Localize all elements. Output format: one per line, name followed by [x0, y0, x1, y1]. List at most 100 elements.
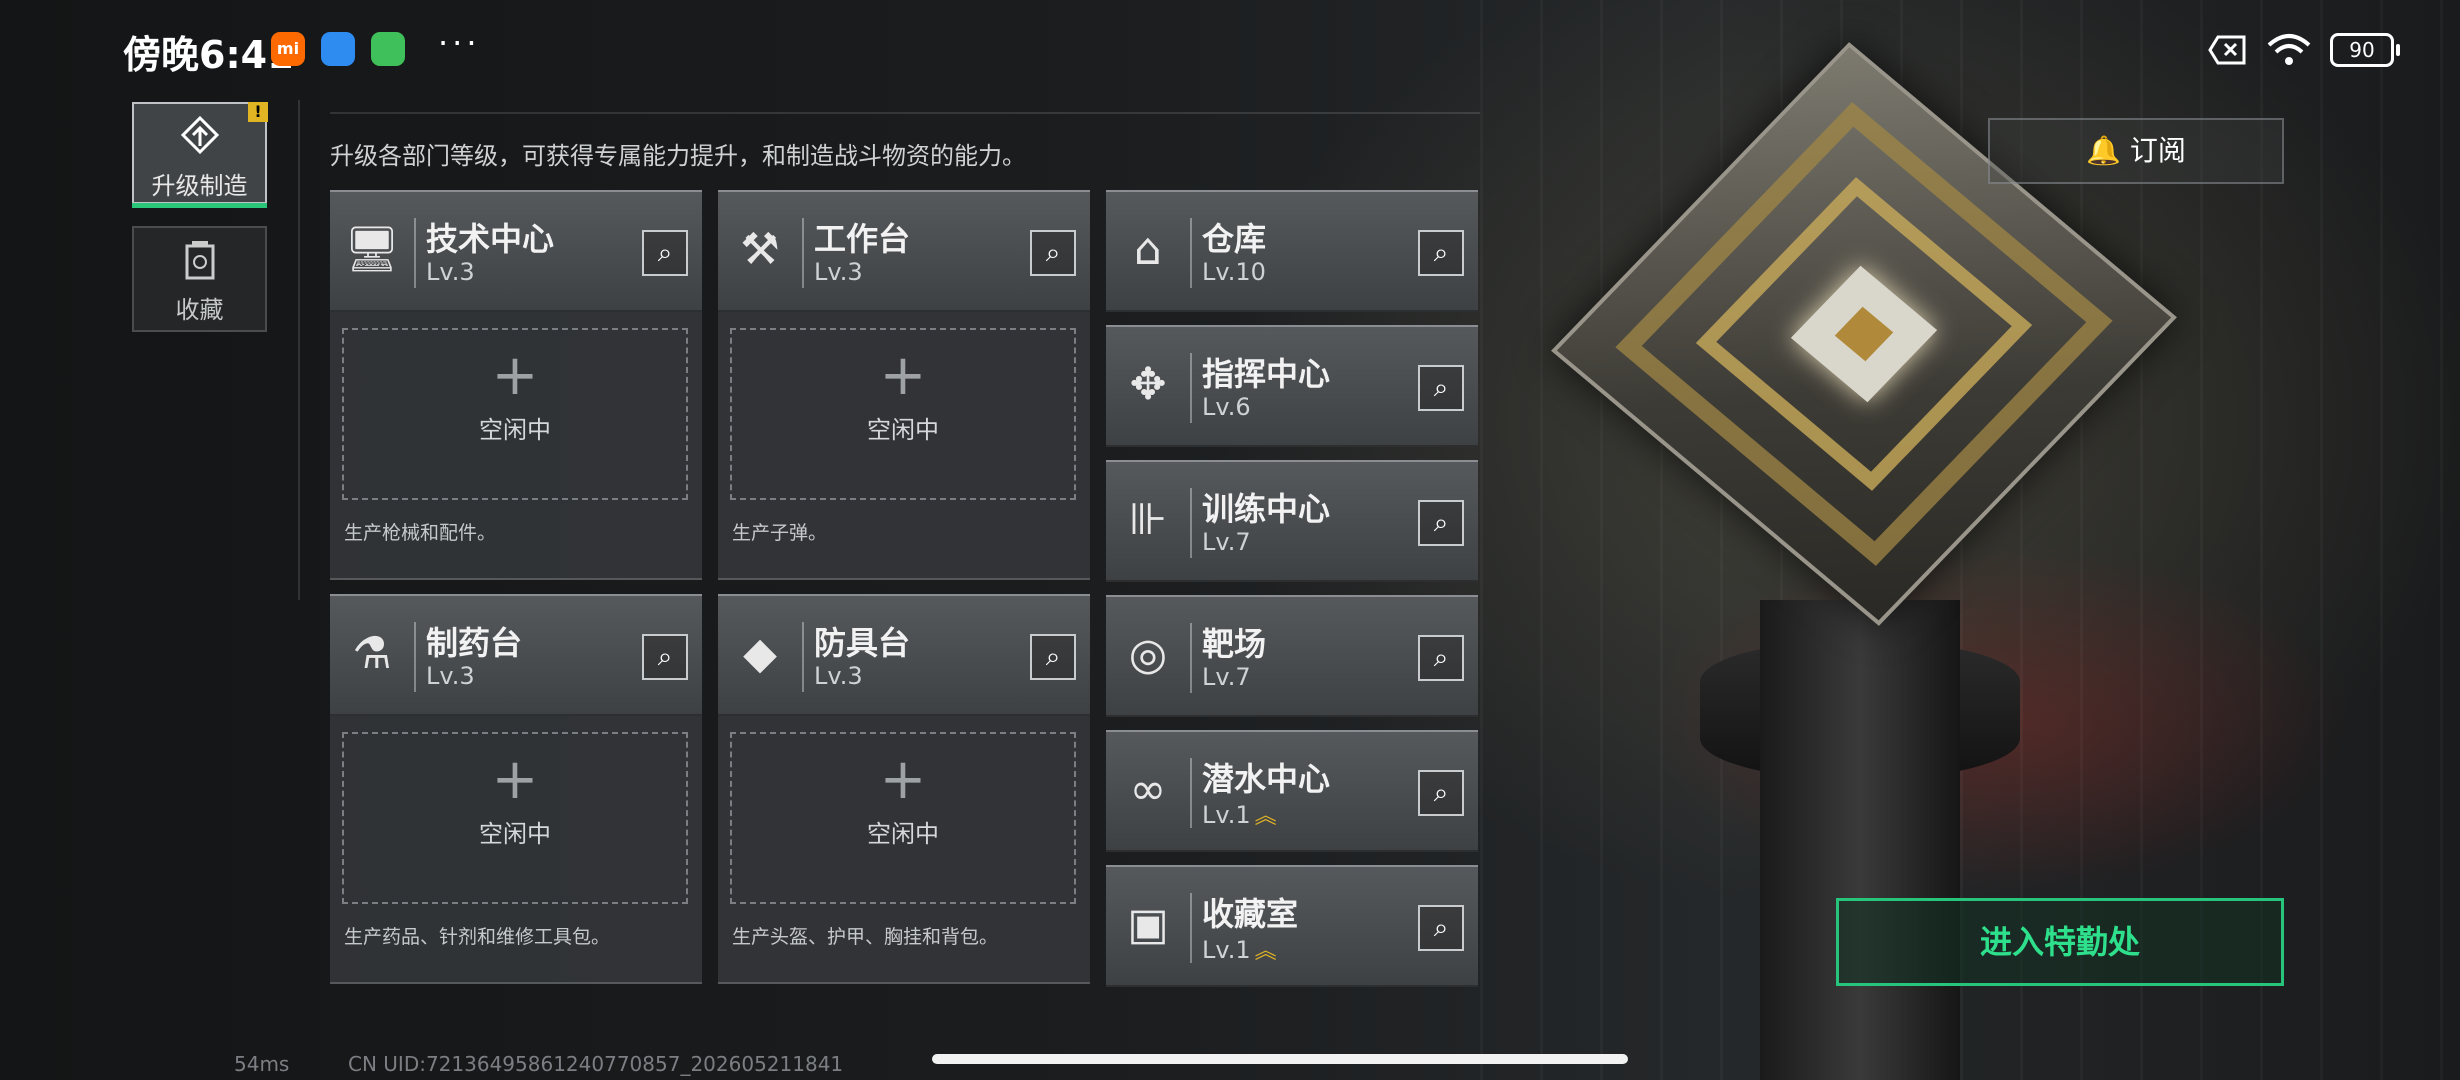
workshop-card-body: + 空闲中生产药品、针剂和维修工具包。	[330, 716, 702, 984]
search-button[interactable]: ⌕	[1418, 500, 1464, 546]
search-icon: ⌕	[1433, 373, 1449, 403]
subscribe-button[interactable]: 🔔 订阅	[1988, 118, 2284, 184]
search-button[interactable]: ⌕	[1030, 230, 1076, 276]
search-button[interactable]: ⌕	[1418, 365, 1464, 411]
facility-level: Lv.3	[814, 662, 863, 690]
plus-icon: +	[491, 343, 539, 408]
uid-label: CN UID:72136495861240770857_202605211841	[348, 1052, 844, 1076]
plus-icon: +	[879, 747, 927, 812]
status-time: 傍晚6:41	[123, 33, 294, 77]
collection-icon	[134, 238, 265, 284]
status-bar: 傍晚6:41 mi ··· 90	[0, 0, 2460, 100]
search-button[interactable]: ⌕	[642, 230, 688, 276]
facility-name: 防具台	[814, 624, 911, 662]
search-button[interactable]: ⌕	[642, 634, 688, 680]
production-slot[interactable]: + 空闲中	[342, 732, 688, 904]
divider	[298, 100, 300, 600]
workshop-description: 生产头盔、护甲、胸挂和背包。	[732, 926, 999, 948]
facility-card[interactable]: ◎ 靶场 Lv.7 ⌕	[1106, 595, 1478, 717]
workshop-card-body: + 空闲中生产子弹。	[718, 312, 1090, 580]
warehouse-icon: ⌂	[1134, 224, 1162, 275]
search-icon: ⌕	[657, 238, 673, 268]
subscribe-label: 订阅	[2129, 134, 2186, 167]
workshop-card-body: + 空闲中生产头盔、护甲、胸挂和背包。	[718, 716, 1090, 984]
facility-level: Lv.10	[1202, 258, 1266, 286]
ping-value: 54ms	[234, 1052, 290, 1076]
divider	[1190, 353, 1192, 423]
diving-center-icon: ∞	[1129, 764, 1167, 815]
facility-level: Lv.3	[814, 258, 863, 286]
facility-name: 技术中心	[426, 220, 555, 258]
search-icon: ⌕	[1045, 642, 1061, 672]
facility-card[interactable]: ⊪ 训练中心 Lv.7 ⌕	[1106, 460, 1478, 582]
shooting-range-icon: ◎	[1128, 629, 1168, 680]
facility-level: Lv.1 ︽	[1202, 936, 1277, 964]
search-button[interactable]: ⌕	[1418, 230, 1464, 276]
mi-app-icon: mi	[271, 32, 305, 66]
plus-icon: +	[491, 747, 539, 812]
workshop-description: 生产子弹。	[732, 522, 828, 544]
workbench-icon: ⚒	[740, 224, 780, 275]
home-indicator[interactable]	[932, 1054, 1628, 1064]
divider	[414, 622, 416, 692]
facility-level: Lv.3	[426, 258, 475, 286]
facility-card[interactable]: ▣ 收藏室 Lv.1 ︽ ⌕	[1106, 865, 1478, 987]
more-icon: ···	[438, 24, 481, 62]
search-icon: ⌕	[1045, 238, 1061, 268]
training-center-icon: ⊪	[1128, 494, 1168, 545]
chat-app-icon	[321, 32, 355, 66]
divider	[1190, 623, 1192, 693]
divider	[802, 218, 804, 288]
workshop-card-header[interactable]: 🖥 技术中心 Lv.3 ⌕	[330, 190, 702, 312]
collection-room-icon: ▣	[1127, 899, 1169, 950]
facility-card[interactable]: ⌂ 仓库 Lv.10 ⌕	[1106, 190, 1478, 312]
facility-name: 制药台	[426, 624, 523, 662]
search-button[interactable]: ⌕	[1418, 905, 1464, 951]
search-icon: ⌕	[1433, 508, 1449, 538]
search-button[interactable]: ⌕	[1418, 770, 1464, 816]
alert-badge: !	[248, 102, 268, 122]
facility-name: 仓库	[1202, 220, 1267, 258]
bell-icon: 🔔	[2086, 134, 2121, 167]
workshop-card-header[interactable]: ⚗ 制药台 Lv.3 ⌕	[330, 594, 702, 716]
search-button[interactable]: ⌕	[1030, 634, 1076, 680]
workshop-description: 生产药品、针剂和维修工具包。	[344, 926, 611, 948]
divider	[1190, 758, 1192, 828]
divider	[414, 218, 416, 288]
facility-name: 训练中心	[1202, 490, 1331, 528]
slot-status: 空闲中	[479, 416, 551, 444]
search-icon: ⌕	[657, 642, 673, 672]
divider	[802, 622, 804, 692]
facility-name: 工作台	[814, 220, 911, 258]
facility-name: 指挥中心	[1202, 355, 1331, 393]
search-icon: ⌕	[1433, 238, 1449, 268]
facility-name: 靶场	[1202, 625, 1267, 663]
sidebar-item-upgrade[interactable]: 升级制造	[132, 102, 267, 204]
production-slot[interactable]: + 空闲中	[730, 328, 1076, 500]
facility-card[interactable]: ✥ 指挥中心 Lv.6 ⌕	[1106, 325, 1478, 447]
facility-card[interactable]: ∞ 潜水中心 Lv.1 ︽ ⌕	[1106, 730, 1478, 852]
wifi-icon	[2267, 34, 2311, 65]
network-latency: 54ms	[134, 1052, 289, 1076]
workshop-description: 生产枪械和配件。	[344, 522, 497, 544]
production-slot[interactable]: + 空闲中	[342, 328, 688, 500]
slot-status: 空闲中	[867, 416, 939, 444]
enter-special-ops-button[interactable]: 进入特勤处	[1836, 898, 2284, 986]
pharmacy-icon: ⚗	[352, 628, 392, 679]
search-icon: ⌕	[1433, 643, 1449, 673]
upgrade-available-icon: ︽	[1254, 939, 1277, 964]
active-indicator	[132, 203, 267, 208]
command-center-icon: ✥	[1129, 359, 1167, 410]
sidebar-item-label: 升级制造	[151, 172, 248, 200]
sidebar-item-collection[interactable]: 收藏	[132, 226, 267, 332]
upgrade-available-icon: ︽	[1254, 804, 1277, 829]
divider	[1190, 488, 1192, 558]
workshop-card-header[interactable]: ◆ 防具台 Lv.3 ⌕	[718, 594, 1090, 716]
facility-name: 潜水中心	[1202, 760, 1331, 798]
search-button[interactable]: ⌕	[1418, 635, 1464, 681]
slot-status: 空闲中	[479, 820, 551, 848]
facility-level: Lv.7	[1202, 528, 1251, 556]
production-slot[interactable]: + 空闲中	[730, 732, 1076, 904]
workshop-card-header[interactable]: ⚒ 工作台 Lv.3 ⌕	[718, 190, 1090, 312]
divider	[330, 112, 1480, 114]
